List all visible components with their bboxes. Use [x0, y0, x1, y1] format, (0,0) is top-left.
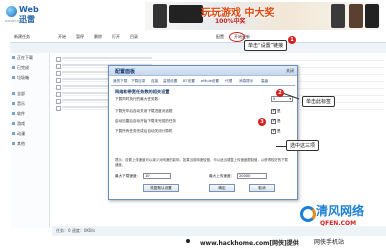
- step-badge-3: 3: [258, 118, 266, 126]
- tab-proxy[interactable]: 代理: [225, 79, 232, 84]
- max-download-speed-input[interactable]: 10: [143, 173, 171, 179]
- tab-notify[interactable]: 消息提示: [239, 79, 253, 84]
- max-tasks-value: 5: [273, 97, 276, 101]
- tab-advanced[interactable]: 高级: [261, 79, 268, 84]
- phone-image-icon: [365, 4, 379, 28]
- toolbar-open[interactable]: 打开: [112, 34, 120, 41]
- phone-image-icon: [349, 4, 363, 28]
- settings-link-highlight: [229, 32, 245, 42]
- sidebar-item-software[interactable]: 软件: [12, 111, 25, 117]
- settings-dialog: 配置面板 关闭 我的下载 下载目录 连接 监视设置 BT设置 eMule设置 代…: [108, 65, 298, 200]
- sidebar-item-games[interactable]: 游戏: [12, 121, 25, 127]
- secondary-toolbar: [10, 43, 386, 53]
- sidebar-item-all[interactable]: 全部: [12, 91, 25, 97]
- tab-connection[interactable]: 连接: [151, 79, 158, 84]
- footer-brand: 网侠手机站: [314, 239, 345, 246]
- watermark-logo-icon: [300, 206, 316, 222]
- checkbox-label: 是: [277, 109, 281, 113]
- ok-button[interactable]: 确定: [209, 184, 235, 192]
- logo[interactable]: Web迅雷 xunlei.com: [4, 4, 46, 28]
- cancel-button[interactable]: 取消: [249, 184, 275, 192]
- checkbox-label: 是: [277, 119, 281, 123]
- option-shutdown-checkbox[interactable]: [271, 128, 276, 134]
- dialog-tabs: 我的下载 下载目录 连接 监视设置 BT设置 eMule设置 代理 消息提示 高…: [111, 78, 295, 86]
- tab-download-dir[interactable]: 下载目录: [131, 79, 145, 84]
- toolbar-settings-link[interactable]: 配置: [216, 34, 224, 41]
- callout-step3: 选中这三项: [286, 140, 320, 151]
- max-upload-speed-label: 最大上传速度：: [209, 174, 235, 178]
- sidebar-item-music[interactable]: 音乐: [12, 101, 25, 107]
- phone-image-icon: [331, 4, 345, 28]
- restore-defaults-button[interactable]: 恢复默认设置: [143, 184, 179, 192]
- watermark-cn: 清风网络: [316, 204, 365, 218]
- option-close-dialog-checkbox[interactable]: [271, 108, 276, 114]
- list-item[interactable]: [54, 55, 384, 62]
- sidebar-item-other[interactable]: 其他: [12, 141, 25, 147]
- dialog-close-button[interactable]: 关闭: [286, 68, 294, 74]
- bullet-icon: [186, 239, 190, 243]
- sidebar-item-trash[interactable]: 垃圾箱: [12, 75, 29, 81]
- dialog-title: 配置面板: [115, 69, 136, 75]
- status-text: 任务：0 速度：0KB/s: [56, 228, 96, 233]
- toolbar-folder[interactable]: 目录: [130, 34, 138, 41]
- footer: www.hackhome.com[网侠]提供 网侠手机站: [0, 236, 386, 249]
- max-tasks-select[interactable]: 5 ▾: [271, 96, 293, 102]
- watermark: 清风网络 QFEN.COM: [298, 200, 386, 236]
- option-max-tasks-label: 下载同时执行的最大任务数：: [115, 97, 162, 101]
- option-auto-start-checkbox[interactable]: [271, 118, 276, 124]
- top-banner: Web迅雷 xunlei.com 玩玩游戏 中大奖 100%中奖: [0, 0, 386, 33]
- max-download-speed-label: 最大下载速度：: [115, 174, 141, 178]
- option-auto-start-label: 启动迅雷后自动开始下载未完成的任务: [115, 119, 177, 123]
- sidebar-item-completed[interactable]: 已完成: [12, 65, 29, 71]
- chevron-down-icon: ▾: [289, 97, 291, 101]
- speed-note: 提示：设置上传速度可以减少对网速的影响，如果当前网速较慢，可以适当调整上传速度限…: [115, 158, 288, 167]
- footer-url[interactable]: www.hackhome.com[网侠]提供: [200, 238, 299, 247]
- callout-step1: 单击“设置”链接: [244, 40, 288, 51]
- option-close-dialog-label: 下载完毕后自动关闭下载进度对话框: [115, 109, 173, 113]
- step-badge-1: 1: [288, 36, 296, 44]
- section-title: 网络和带宽任务数的相关设置: [115, 89, 170, 94]
- tab-monitor[interactable]: 监视设置: [163, 79, 177, 84]
- logo-mark-icon: [6, 6, 17, 17]
- toolbar-new-task[interactable]: 新建任务: [14, 34, 30, 41]
- watermark-en: QFEN.COM: [320, 220, 357, 227]
- tab-bt[interactable]: BT设置: [183, 79, 195, 84]
- toolbar-delete[interactable]: 删除: [94, 34, 102, 41]
- category-sidebar: 正在下载 已完成 垃圾箱 全部 音乐 软件 游戏 动漫 其他: [10, 53, 50, 228]
- ad-subtitle: 100%中奖: [215, 18, 246, 25]
- main-toolbar: 新建任务 开始 暂停 删除 打开 目录 配置 开始更新: [10, 33, 386, 43]
- dialog-titlebar[interactable]: 配置面板 关闭: [109, 66, 297, 76]
- ad-banner[interactable]: 玩玩游戏 中大奖 100%中奖: [145, 2, 380, 30]
- sidebar-item-anime[interactable]: 动漫: [12, 131, 25, 137]
- checkbox-label: 是: [277, 129, 281, 133]
- callout-step2: 单击此标签: [302, 96, 336, 107]
- toolbar-pause[interactable]: 暂停: [76, 34, 84, 41]
- sidebar-item-downloading[interactable]: 正在下载: [12, 55, 33, 61]
- handheld-image-icon: [169, 5, 203, 23]
- phone-image-icon: [153, 4, 167, 28]
- max-upload-speed-input[interactable]: 20000: [237, 173, 267, 179]
- tab-my-downloads[interactable]: 我的下载: [113, 79, 127, 84]
- tab-emule[interactable]: eMule设置: [201, 79, 219, 84]
- toolbar-start[interactable]: 开始: [58, 34, 66, 41]
- logo-url: xunlei.com: [5, 19, 25, 23]
- option-shutdown-label: 下载所有任务完成后自动关闭计算机: [115, 129, 173, 133]
- step-badge-2: 2: [276, 89, 284, 97]
